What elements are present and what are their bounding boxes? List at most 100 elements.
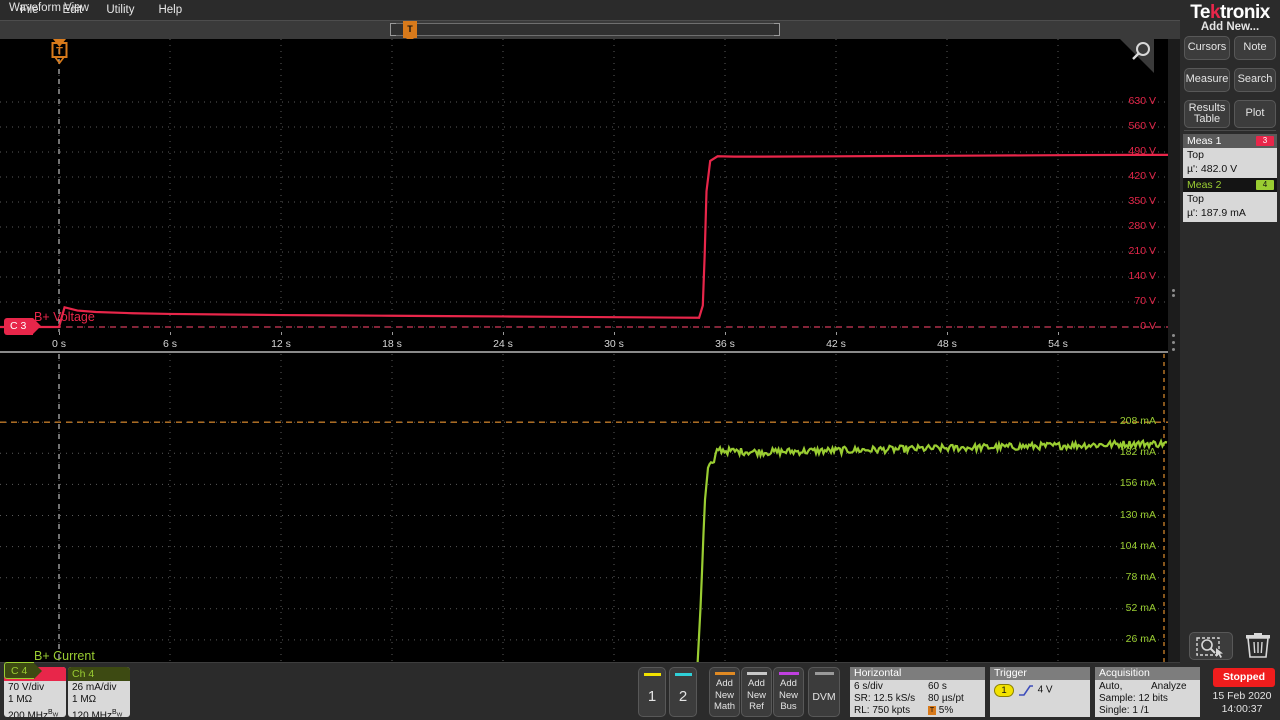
- horizontal-resolution: 80 µs/pt: [928, 693, 964, 705]
- voltage-plot[interactable]: T C 3 B+ Voltage 630 V 560 V 490 V 420 V 350…: [0, 39, 1180, 335]
- current-axis-tick-182mA: 182 mA: [1119, 446, 1156, 459]
- bandwidth-limit-icon-2: BW: [112, 708, 123, 717]
- dvm-color-bar: [815, 672, 834, 675]
- zoom-select-button[interactable]: [1189, 632, 1233, 660]
- plot-area[interactable]: T C 3 B+ Voltage 630 V 560 V 490 V 420 V 350…: [0, 39, 1180, 679]
- time-axis-tick-12s: 12 s: [271, 338, 291, 350]
- channel-4-badge[interactable]: Ch 4 26 mA/div 1 MΩ 120 MHzBW: [68, 667, 130, 717]
- horizontal-sample-rate: SR: 12.5 kS/s: [854, 693, 916, 705]
- horizontal-scale: 6 s/div: [854, 681, 883, 692]
- add-search-button[interactable]: Search: [1234, 68, 1276, 92]
- measurement-1-type: Top: [1187, 149, 1204, 161]
- measurement-1-value: µ': 482.0 V: [1187, 162, 1238, 175]
- menu-item-help[interactable]: Help: [146, 0, 194, 20]
- channel-2-button[interactable]: 2: [669, 667, 697, 717]
- overview-scrollbar[interactable]: [390, 23, 780, 36]
- channel-4-name: Ch 4: [68, 667, 130, 681]
- add-results-table-label: Results Table: [1188, 101, 1226, 125]
- channel-1-button[interactable]: 1: [638, 667, 666, 717]
- time-axis-tick-24s: 24 s: [493, 338, 513, 350]
- add-new-ref-label: Add New Ref: [746, 678, 766, 712]
- channel-3-marker[interactable]: C 3: [4, 318, 42, 335]
- menu-item-utility[interactable]: Utility: [94, 0, 146, 20]
- acquisition-action: Analyze: [1151, 681, 1187, 692]
- bottom-toolbar: Ch 3 70 V/div 1 MΩ 200 MHzBW Ch 4 26 mA/…: [0, 662, 1200, 720]
- add-plot-button[interactable]: Plot: [1234, 100, 1276, 128]
- time-axis-tick-42s: 42 s: [826, 338, 846, 350]
- channel-3-marker-label: C 3: [10, 320, 27, 332]
- voltage-axis-tick-350: 350 V: [1128, 195, 1156, 207]
- math-color-bar: [715, 672, 735, 675]
- trigger-source-chip: 1: [994, 684, 1014, 697]
- measurement-2-value: µ': 187.9 mA: [1187, 206, 1246, 219]
- channel-4-bandwidth: 120 MHz: [72, 709, 113, 717]
- bandwidth-limit-icon: BW: [48, 708, 59, 717]
- svg-text:T: T: [56, 46, 63, 58]
- datetime-display: 15 Feb 2020 14:00:37: [1205, 690, 1279, 716]
- trigger-position-marker[interactable]: T: [51, 39, 68, 65]
- acquisition-title: Acquisition: [1095, 667, 1200, 680]
- time-axis-tick-30s: 30 s: [604, 338, 624, 350]
- overview-bracket-right: [774, 23, 780, 36]
- channel-4-marker[interactable]: C 4: [4, 662, 43, 679]
- add-new-ref-button[interactable]: Add New Ref: [741, 667, 772, 717]
- overview-trigger-marker[interactable]: T: [403, 21, 417, 42]
- current-axis-tick-26mA: 26 mA: [1125, 632, 1156, 645]
- measurement-1-header: Meas 1 3: [1183, 134, 1277, 148]
- time-axis-tick-0s: 0 s: [51, 338, 67, 350]
- add-results-table-button[interactable]: Results Table: [1184, 100, 1230, 128]
- time-axis-tick-6s: 6 s: [162, 338, 178, 350]
- dvm-button[interactable]: DVM: [808, 667, 840, 717]
- measurement-1-body: Top µ': 482.0 V: [1183, 148, 1277, 178]
- measurement-badge-1[interactable]: Meas 1 3 Top µ': 482.0 V: [1183, 134, 1277, 178]
- status-badge[interactable]: Stopped: [1213, 668, 1275, 687]
- zoom-corner-icon[interactable]: [1118, 39, 1154, 73]
- measurement-2-type: Top: [1187, 193, 1204, 205]
- voltage-axis-tick-140: 140 V: [1128, 270, 1156, 282]
- time-axis-tick-36s: 36 s: [715, 338, 735, 350]
- add-new-math-label: Add New Math: [713, 678, 736, 712]
- channel-3-impedance: 1 MΩ: [8, 694, 33, 706]
- acquisition-panel[interactable]: Acquisition Auto, Sample: 12 bits Single…: [1095, 667, 1200, 717]
- ref-color-bar: [747, 672, 767, 675]
- measurement-2-body: Top µ': 187.9 mA: [1183, 192, 1277, 222]
- add-new-math-button[interactable]: Add New Math: [709, 667, 740, 717]
- voltage-axis-tick-560: 560 V: [1128, 120, 1156, 132]
- horizontal-panel[interactable]: Horizontal 6 s/div SR: 12.5 kS/s RL: 750…: [850, 667, 985, 717]
- horizontal-body: 6 s/div SR: 12.5 kS/s RL: 750 kpts 60 s …: [850, 680, 985, 717]
- add-new-bus-button[interactable]: Add New Bus: [773, 667, 804, 717]
- add-new-title: Add New...: [1200, 21, 1260, 33]
- acquisition-body: Auto, Sample: 12 bits Single: 1 /1 Analy…: [1095, 680, 1200, 717]
- measurement-2-source-chip: 4: [1256, 180, 1274, 190]
- horizontal-title: Horizontal: [850, 667, 985, 680]
- add-measure-button[interactable]: Measure: [1184, 68, 1230, 92]
- sidebar-divider: [1184, 130, 1276, 131]
- current-axis-tick-52mA: 52 mA: [1125, 601, 1156, 614]
- measurement-badge-2[interactable]: Meas 2 4 Top µ': 187.9 mA: [1183, 178, 1277, 222]
- voltage-axis-tick-210: 210 V: [1128, 245, 1156, 257]
- measurement-2-header: Meas 2 4: [1183, 178, 1277, 192]
- add-note-button[interactable]: Note: [1234, 36, 1276, 60]
- voltage-axis-tick-0: 0 V: [1140, 320, 1156, 332]
- add-cursors-button[interactable]: Cursors: [1184, 36, 1230, 60]
- current-plot[interactable]: C 4 B+ Current 208 mA 182 mA 156 mA 130 mA 1…: [0, 354, 1180, 679]
- voltage-axis-tick-490: 490 V: [1128, 145, 1156, 157]
- voltage-axis-tick-280: 280 V: [1128, 220, 1156, 232]
- channel-1-label: 1: [647, 688, 657, 705]
- measurement-1-name: Meas 1: [1187, 135, 1222, 147]
- voltage-axis-tick-420: 420 V: [1128, 170, 1156, 182]
- channel-4-scale: 26 mA/div: [72, 682, 117, 693]
- plot-separator-handle[interactable]: [1168, 39, 1180, 662]
- menu-bar: File Edit Utility Help: [0, 0, 1180, 20]
- voltage-axis-tick-630: 630 V: [1128, 95, 1156, 107]
- time-axis-divider: [0, 351, 1168, 353]
- current-axis-tick-130mA: 130 mA: [1119, 508, 1156, 521]
- time-text: 14:00:37: [1221, 703, 1263, 715]
- trigger-position-icon: T: [928, 706, 936, 716]
- channel-1-color-bar: [644, 673, 661, 676]
- voltage-waveform-label: B+ Voltage: [34, 310, 95, 324]
- delete-button[interactable]: [1242, 632, 1274, 665]
- channel-4-marker-label: C 4: [11, 665, 28, 677]
- channel-3-bandwidth: 200 MHz: [8, 709, 49, 717]
- trigger-panel[interactable]: Trigger 1 4 V: [990, 667, 1090, 717]
